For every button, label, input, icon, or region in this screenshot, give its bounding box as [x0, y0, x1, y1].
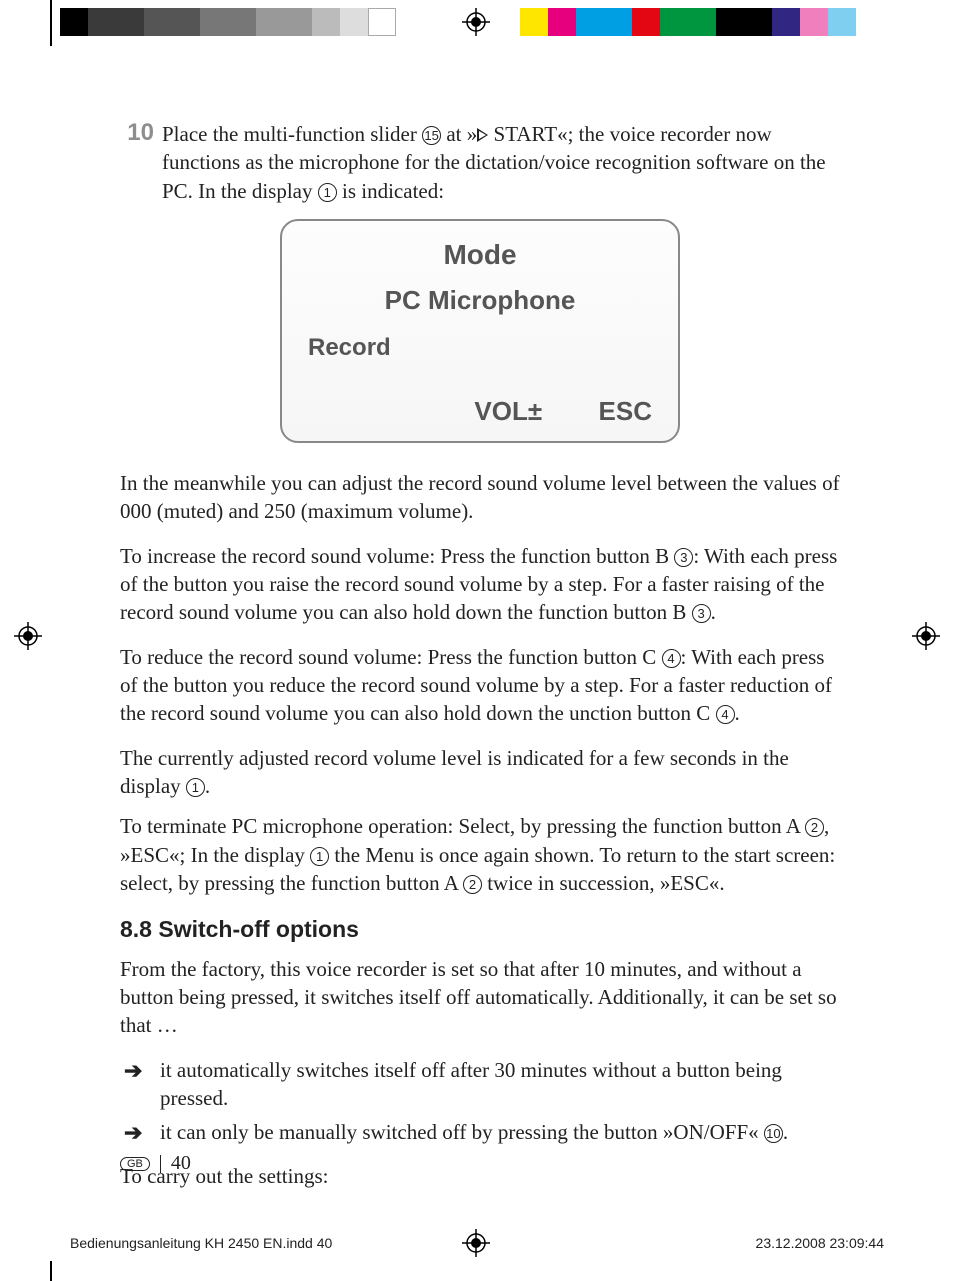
heading-8-8: 8.8 Switch-off options [120, 916, 840, 943]
paragraph: To terminate PC microphone operation: Se… [120, 812, 840, 897]
ref-4: 4 [716, 705, 735, 724]
ref-2: 2 [805, 818, 824, 837]
page: 10 Place the multi-function slider 15 at… [0, 0, 954, 1281]
lcd-sub: PC Microphone [304, 285, 656, 316]
paragraph: In the meanwhile you can adjust the reco… [120, 469, 840, 526]
ref-1: 1 [318, 183, 337, 202]
paragraph: The currently adjusted record volume lev… [120, 744, 840, 801]
ref-10: 10 [764, 1124, 783, 1143]
play-icon [477, 128, 488, 142]
ref-2: 2 [463, 875, 482, 894]
ref-15: 15 [422, 126, 441, 145]
bullet-list: ➔ it automatically switches itself off a… [120, 1056, 840, 1148]
crop-mark [50, 0, 52, 46]
lcd-record: Record [304, 334, 656, 362]
display-illustration: Mode PC Microphone Record VOL± ESC [280, 219, 680, 443]
lcd-mode: Mode [304, 239, 656, 271]
registration-mark-top [462, 8, 490, 36]
arrow-icon: ➔ [120, 1056, 160, 1113]
list-item: ➔ it can only be manually switched off b… [120, 1118, 840, 1148]
arrow-icon: ➔ [120, 1118, 160, 1148]
crop-mark [50, 1261, 52, 1281]
list-item: ➔ it automatically switches itself off a… [120, 1056, 840, 1113]
lcd-esc: ESC [599, 396, 652, 427]
ref-3: 3 [692, 604, 711, 623]
ref-3: 3 [674, 548, 693, 567]
ref-4: 4 [662, 649, 681, 668]
step-10: 10 Place the multi-function slider 15 at… [120, 120, 840, 205]
registration-mark-left [14, 622, 42, 650]
footer-divider [160, 1155, 161, 1173]
page-footer: GB 40 [120, 1152, 191, 1175]
step-text: Place the multi-function slider 15 at » … [162, 120, 840, 205]
language-badge: GB [120, 1157, 150, 1171]
paragraph: To reduce the record sound volume: Press… [120, 643, 840, 728]
slug-line-right: 23.12.2008 23:09:44 [756, 1235, 884, 1251]
registration-mark-bottom [462, 1229, 490, 1257]
lcd-bottom-row: VOL± ESC [304, 396, 656, 427]
content-area: 10 Place the multi-function slider 15 at… [120, 120, 840, 1206]
paragraph: To increase the record sound volume: Pre… [120, 542, 840, 627]
slug-line-left: Bedienungsanleitung KH 2450 EN.indd 40 [70, 1235, 332, 1251]
registration-mark-right [912, 622, 940, 650]
paragraph: To carry out the settings: [120, 1162, 840, 1190]
paragraph: From the factory, this voice recorder is… [120, 955, 840, 1040]
page-number: 40 [171, 1152, 191, 1175]
step-number: 10 [120, 120, 162, 205]
lcd-vol: VOL± [474, 396, 542, 427]
ref-1: 1 [186, 778, 205, 797]
ref-1: 1 [310, 847, 329, 866]
